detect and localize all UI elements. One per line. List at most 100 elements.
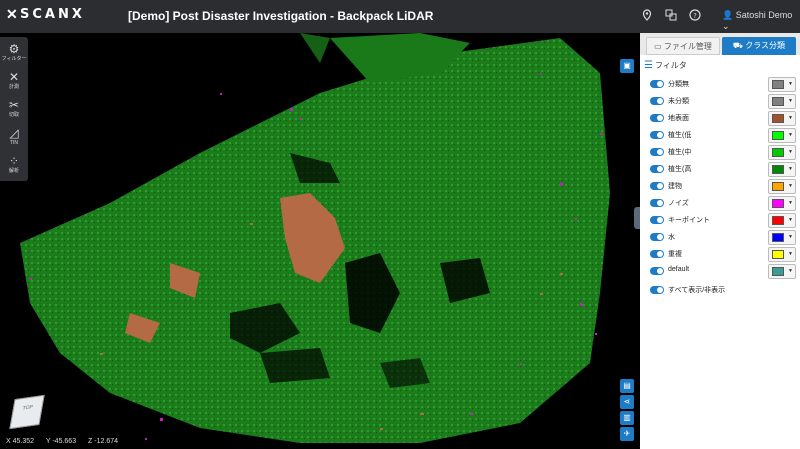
color-picker[interactable]: ▼ (768, 111, 796, 126)
user-menu[interactable]: 👤 Satoshi Demo ⌄ (722, 10, 800, 32)
share-button[interactable]: ⋖ (620, 395, 634, 409)
class-icon: ⛟ (732, 41, 746, 50)
logo-x-mark: ✕ (6, 6, 18, 22)
class-label: キーポイント (668, 217, 710, 224)
filter-icon: ⚙ (8, 42, 20, 56)
tool-analysis[interactable]: ⁘ 解析 (0, 151, 28, 179)
tool-measure[interactable]: ✕ 計測 (0, 67, 28, 95)
class-row: default ▼ (650, 264, 800, 280)
show-all-label: すべて表示/非表示 (668, 287, 726, 294)
user-icon: 👤 (722, 10, 734, 20)
tab-class-classification[interactable]: ⛟ クラス分類 (722, 37, 796, 55)
map-button[interactable]: ▥ (620, 411, 634, 425)
coordinate-readout: X 45.352 Y -45.663 Z -12.674 (6, 438, 128, 445)
point-cloud-render (20, 33, 610, 443)
tool-label: TIN (9, 140, 19, 146)
top-bar: ✕ SCANX [Demo] Post Disaster Investigati… (0, 0, 800, 33)
view-cube[interactable]: TOP (9, 394, 45, 430)
color-swatch (772, 80, 784, 89)
color-picker[interactable]: ▼ (768, 264, 796, 279)
class-toggle[interactable] (650, 148, 664, 156)
coord-y: Y -45.663 (45, 438, 77, 445)
map-icon: ▥ (623, 413, 631, 422)
color-picker[interactable]: ▼ (768, 247, 796, 262)
class-label: 分類無 (668, 81, 689, 88)
location-icon[interactable] (640, 9, 654, 23)
color-picker[interactable]: ▼ (768, 230, 796, 245)
coord-z: Z -12.674 (88, 438, 119, 445)
user-name: Satoshi Demo (735, 10, 793, 20)
caret-down-icon: ▼ (788, 166, 793, 172)
class-toggle[interactable] (650, 97, 664, 105)
tool-label: フィルター (1, 56, 27, 62)
class-row: 建物 ▼ (650, 179, 800, 195)
caret-down-icon: ▼ (788, 149, 793, 155)
class-row: 植生(低 ▼ (650, 128, 800, 144)
color-picker[interactable]: ▼ (768, 145, 796, 160)
class-row: 分類無 ▼ (650, 77, 800, 93)
caret-down-icon: ▼ (788, 183, 793, 189)
class-toggle[interactable] (650, 114, 664, 122)
color-swatch (772, 199, 784, 208)
layers-icon: ▤ (623, 381, 631, 390)
color-picker[interactable]: ▼ (768, 77, 796, 92)
save-button[interactable]: ▣ (620, 59, 634, 73)
filter-header: ☰ フィルタ (644, 60, 687, 71)
logo-text: SCANX (20, 7, 85, 22)
color-picker[interactable]: ▼ (768, 94, 796, 109)
color-swatch (772, 114, 784, 123)
scanx-logo[interactable]: ✕ SCANX (6, 6, 86, 28)
caret-down-icon: ▼ (788, 200, 793, 206)
color-picker[interactable]: ▼ (768, 162, 796, 177)
class-toggle[interactable] (650, 216, 664, 224)
show-all-toggle[interactable] (650, 286, 664, 294)
tab-file-management[interactable]: ▭ ファイル管理 (646, 37, 720, 55)
coord-x: X 45.352 (6, 438, 35, 445)
color-picker[interactable]: ▼ (768, 196, 796, 211)
project-title: [Demo] Post Disaster Investigation - Bac… (128, 9, 434, 23)
class-row: ノイズ ▼ (650, 196, 800, 212)
caret-down-icon: ▼ (788, 251, 793, 257)
color-picker[interactable]: ▼ (768, 179, 796, 194)
class-toggle[interactable] (650, 182, 664, 190)
class-toggle[interactable] (650, 199, 664, 207)
color-swatch (772, 233, 784, 242)
flight-button[interactable]: ✈ (620, 427, 634, 441)
class-toggle[interactable] (650, 267, 664, 275)
tin-icon: ◿ (9, 126, 19, 140)
class-label: ノイズ (668, 200, 689, 207)
layers-button[interactable]: ▤ (620, 379, 634, 393)
class-row: 地表面 ▼ (650, 111, 800, 127)
caret-down-icon: ▼ (788, 98, 793, 104)
color-swatch (772, 216, 784, 225)
view-cube-label: TOP (22, 404, 34, 412)
point-cloud-viewport[interactable] (0, 33, 640, 449)
caret-down-icon: ▼ (788, 115, 793, 121)
translate-icon[interactable] (664, 9, 678, 23)
color-swatch (772, 182, 784, 191)
color-swatch (772, 131, 784, 140)
class-toggle[interactable] (650, 165, 664, 173)
color-swatch (772, 267, 784, 276)
color-picker[interactable]: ▼ (768, 213, 796, 228)
sliders-icon: ☰ (644, 60, 653, 71)
help-icon[interactable]: ? (688, 9, 702, 23)
tool-label: 計測 (8, 84, 19, 90)
class-label: 地表面 (668, 115, 689, 122)
caret-down-icon: ▼ (788, 132, 793, 138)
class-toggle[interactable] (650, 250, 664, 258)
class-row: 重複 ▼ (650, 247, 800, 263)
tool-filter[interactable]: ⚙ フィルター (0, 39, 28, 67)
class-toggle[interactable] (650, 80, 664, 88)
color-swatch (772, 250, 784, 259)
tool-clip[interactable]: ✂ 切取 (0, 95, 28, 123)
panel-tabs: ▭ ファイル管理 ⛟ クラス分類 (640, 33, 800, 55)
chevron-down-icon: ⌄ (722, 21, 730, 31)
color-picker[interactable]: ▼ (768, 128, 796, 143)
right-panel: ▭ ファイル管理 ⛟ クラス分類 ☰ フィルタ 分類無 ▼ 未分類 ▼ 地表面 ▼… (640, 33, 800, 449)
tool-tin[interactable]: ◿ TIN (0, 123, 28, 151)
tool-label: 解析 (8, 168, 19, 174)
file-icon: ▭ (654, 42, 664, 51)
class-toggle[interactable] (650, 131, 664, 139)
class-toggle[interactable] (650, 233, 664, 241)
